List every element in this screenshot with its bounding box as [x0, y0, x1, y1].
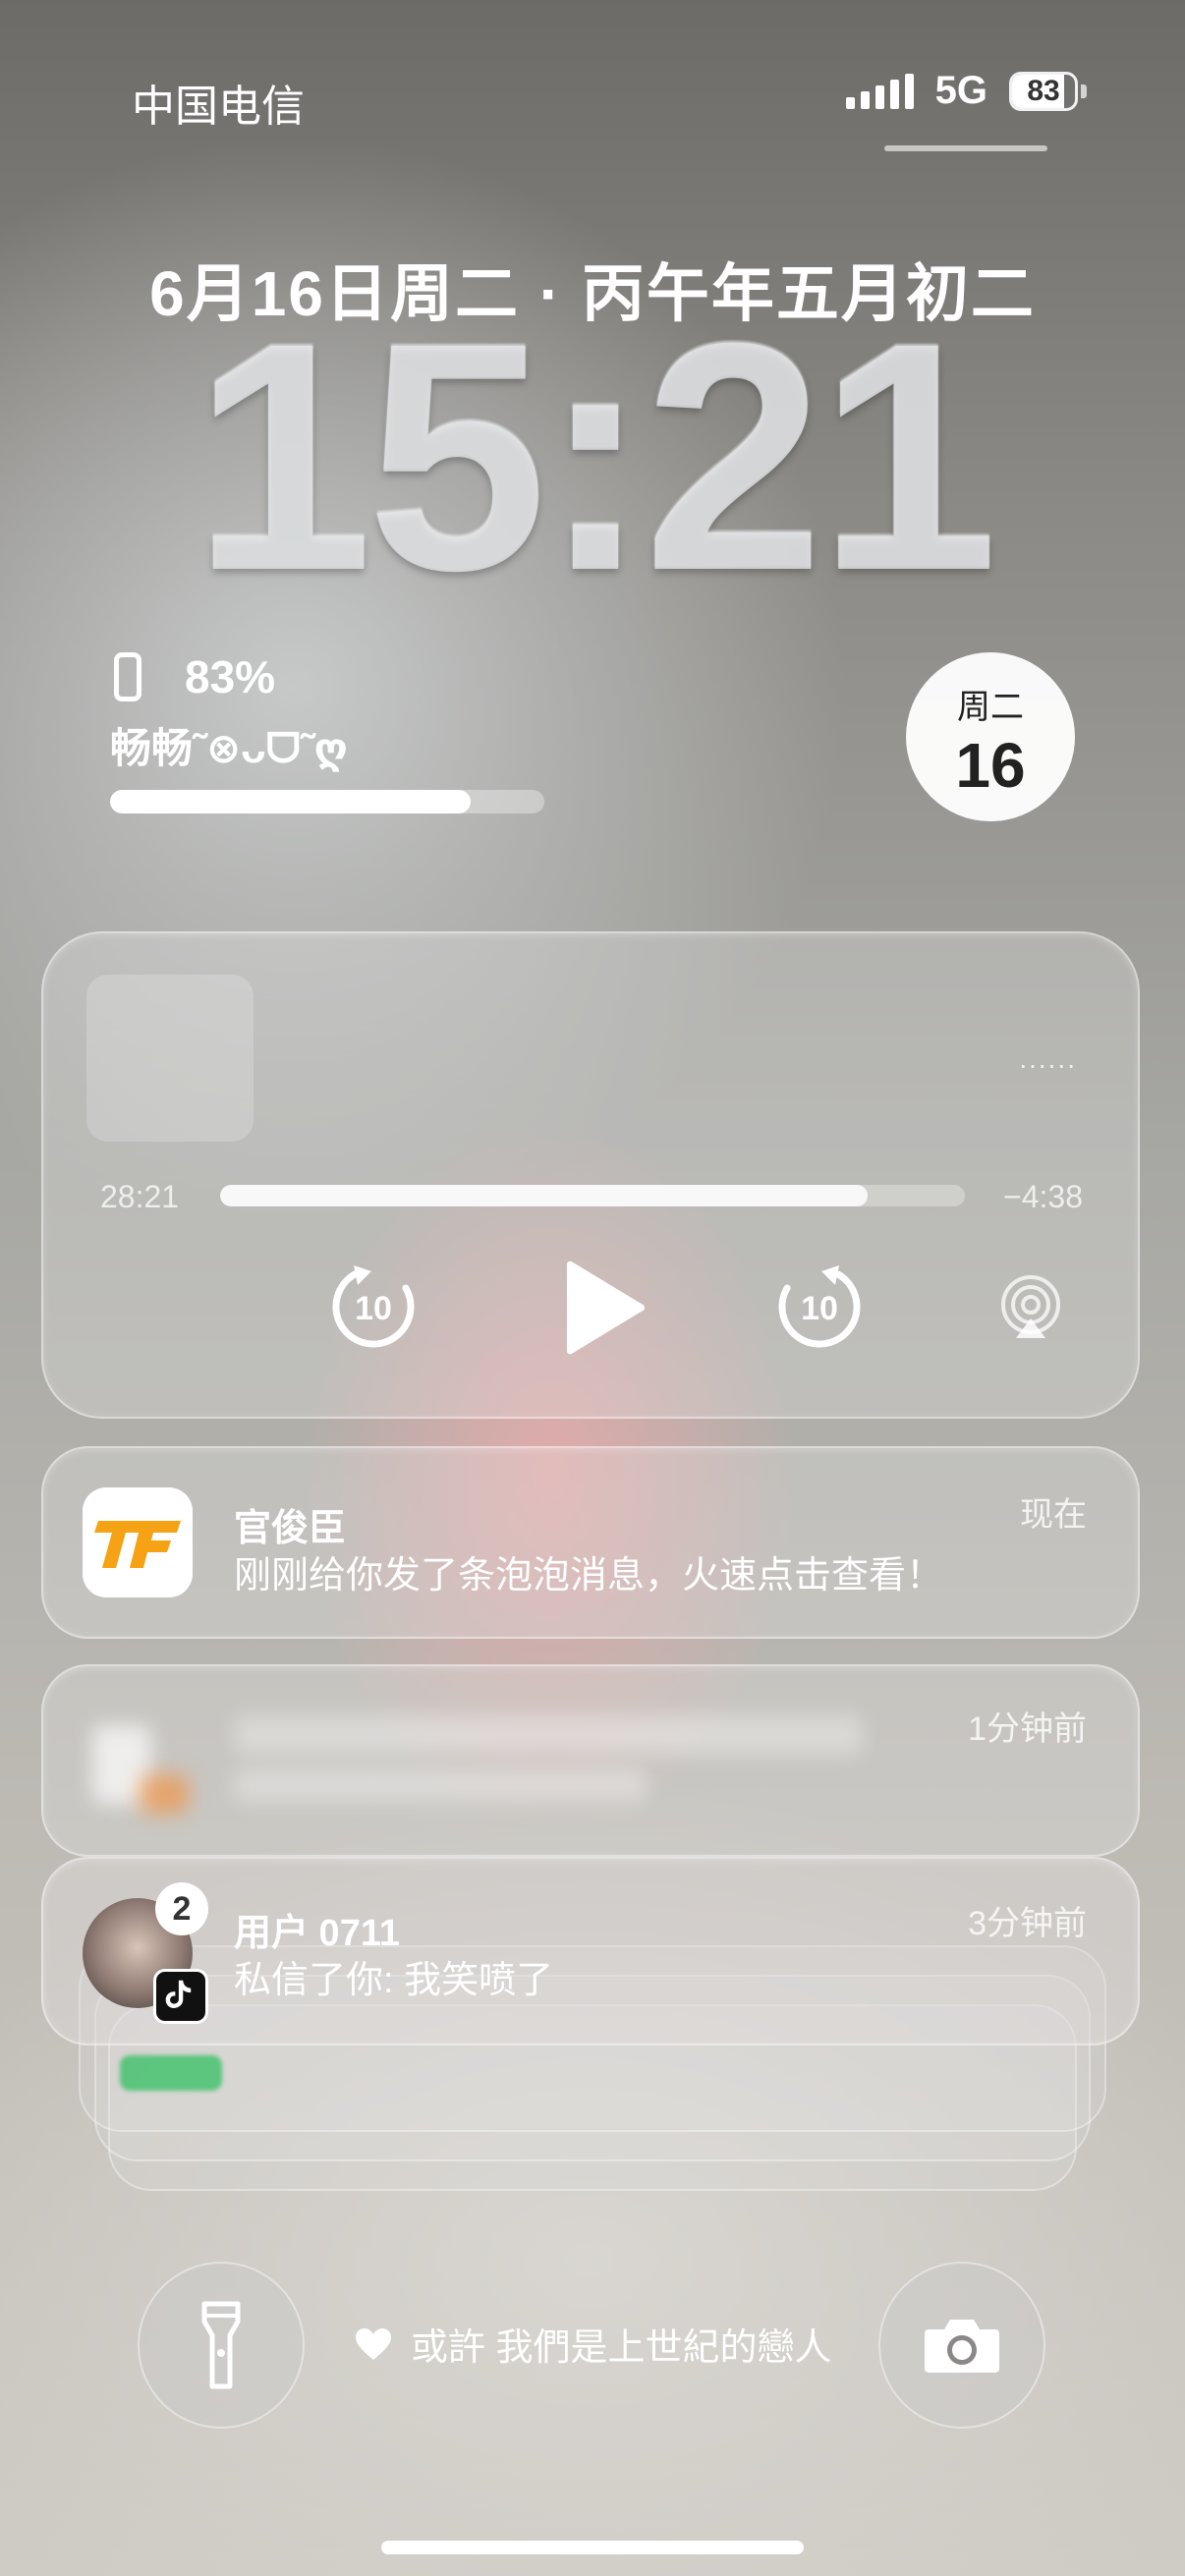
- notification-body: 私信了你: 我笑喷了: [234, 1960, 554, 2001]
- airplay-button[interactable]: [996, 1273, 1065, 1342]
- camera-button[interactable]: [878, 2262, 1045, 2429]
- play-button[interactable]: [546, 1254, 654, 1362]
- album-art[interactable]: [86, 975, 254, 1142]
- signal-icon: [845, 73, 914, 109]
- play-icon: [566, 1260, 646, 1355]
- tf-app-icon: [83, 1487, 193, 1597]
- battery-level-text: 83: [1027, 74, 1060, 107]
- flashlight-icon: [201, 2301, 241, 2389]
- notification-card[interactable]: 1分钟前: [41, 1664, 1140, 1857]
- airplay-icon: [1001, 1275, 1060, 1338]
- widget-battery-bar: [110, 790, 544, 813]
- notification-card[interactable]: 2 用户 0711 私信了你: 我笑喷了 3分钟前: [41, 1857, 1140, 2045]
- lockscreen-song: 或許 我們是上世紀的戀人: [354, 2317, 832, 2371]
- lockscreen-clock: 15:21: [192, 275, 998, 638]
- flashlight-button[interactable]: [138, 2262, 305, 2429]
- calendar-widget[interactable]: 周二 16: [906, 652, 1075, 821]
- skip-forward-10-button[interactable]: 10: [770, 1258, 869, 1356]
- network-type: 5G: [934, 69, 988, 112]
- notification-time: 3分钟前: [968, 1905, 1087, 1942]
- blurred-app-icon: [83, 1706, 193, 1816]
- notification-time: 现在: [1020, 1496, 1087, 1534]
- notification-body: 刚刚给你发了条泡泡消息，火速点击查看！: [234, 1555, 944, 1596]
- battery-icon: 83: [1009, 71, 1087, 111]
- remaining-time: −4:38: [1003, 1179, 1083, 1214]
- notification-center-grabber[interactable]: [884, 145, 1047, 151]
- camera-icon: [925, 2320, 999, 2373]
- blurred-body: [234, 1768, 647, 1802]
- now-playing-widget[interactable]: ...... 28:21 −4:38 10 10: [41, 931, 1140, 1419]
- calendar-weekday: 周二: [957, 689, 1024, 726]
- skip-forward-icon: 10: [778, 1265, 861, 1348]
- notification-time: 1分钟前: [968, 1710, 1087, 1748]
- unread-badge: 2: [155, 1882, 208, 1935]
- skip-back-10-button[interactable]: 10: [324, 1258, 423, 1356]
- skip-forward-seconds: 10: [801, 1290, 838, 1327]
- widget-device-name: 畅畅˜⊗ᴗᗜ˜ღ: [110, 725, 348, 771]
- carrier-label: 中国电信: [132, 83, 305, 131]
- elapsed-time: 28:21: [100, 1179, 180, 1214]
- notification-card[interactable]: 官俊臣 刚刚给你发了条泡泡消息，火速点击查看！ 现在: [41, 1446, 1140, 1639]
- more-dots-icon[interactable]: ......: [1019, 1043, 1077, 1075]
- tiktok-icon: [153, 1969, 208, 2024]
- widget-battery-percent: 83%: [185, 651, 276, 702]
- notification-title: 官俊臣: [234, 1508, 347, 1549]
- notification-title: 用户 0711: [234, 1913, 400, 1954]
- song-title: 或許 我們是上世紀的戀人: [411, 2327, 832, 2369]
- calendar-day: 16: [955, 730, 1026, 801]
- playback-scrubber[interactable]: [220, 1185, 965, 1206]
- home-indicator[interactable]: [381, 2541, 804, 2554]
- skip-back-seconds: 10: [355, 1290, 392, 1327]
- status-indicators: 5G 83: [845, 69, 1087, 113]
- blurred-title: [234, 1715, 863, 1755]
- phone-icon: [114, 652, 141, 701]
- skip-back-icon: 10: [332, 1265, 415, 1348]
- heart-icon: [356, 2327, 391, 2360]
